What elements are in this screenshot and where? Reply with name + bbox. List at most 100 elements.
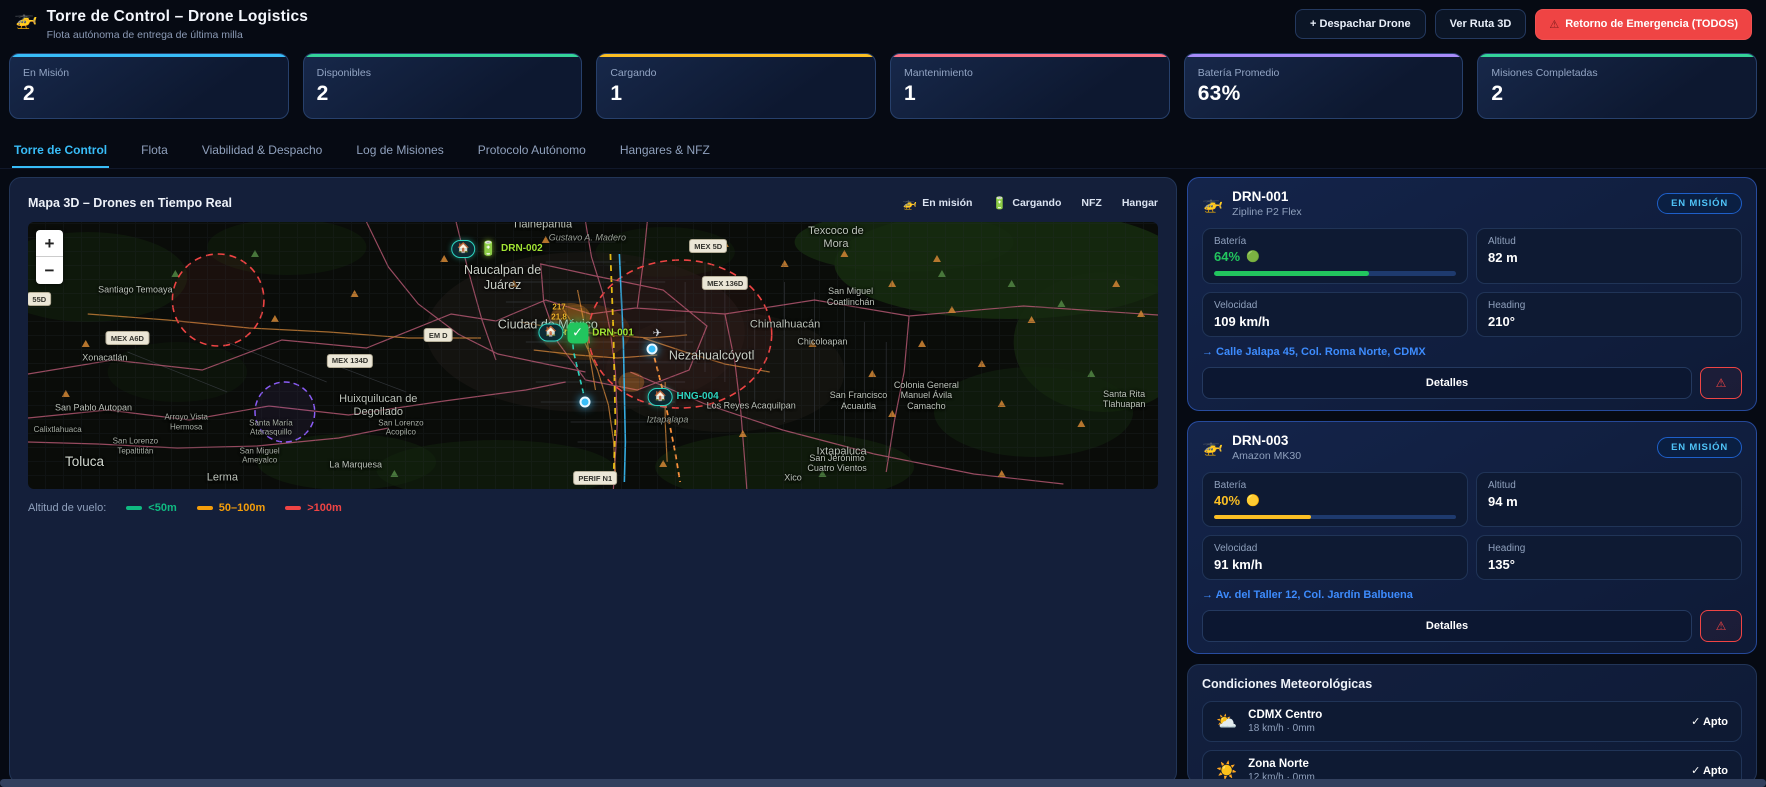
drone-logo-icon: 🚁 [14, 8, 38, 30]
drone-alert-button[interactable]: ⚠ [1700, 610, 1742, 642]
weather-status: ✓ Apto [1691, 765, 1728, 777]
map-place-label: Chicoloapan [797, 336, 848, 347]
battery-bar-fill [1214, 514, 1311, 519]
app-brand: 🚁 Torre de Control – Drone Logistics Flo… [14, 8, 308, 41]
tab-torre-de-control[interactable]: Torre de Control [12, 137, 110, 168]
view-route-3d-button[interactable]: Ver Ruta 3D [1434, 9, 1527, 39]
tab-flota[interactable]: Flota [139, 137, 170, 168]
street-grid-overlay [28, 222, 1158, 489]
stat-label: Batería Promedio [1197, 67, 1280, 79]
stat-card-bateria-promedio: Batería Promedio 63% [1183, 53, 1464, 119]
drone-alert-button[interactable]: ⚠ [1700, 366, 1742, 399]
legend-dash [126, 506, 143, 510]
legend-hangar: Hangar [1121, 197, 1158, 209]
map-place-label: San Miguel Ameyalco [239, 446, 280, 465]
map-panel: Mapa 3D – Drones en Tiempo Real 🚁 En mis… [9, 177, 1177, 784]
stat-card-disponibles: Disponibles 2 [302, 53, 583, 119]
destination-link[interactable]: → Av. del Taller 12, Col. Jardín Balbuen… [1202, 589, 1742, 601]
page-title: Torre de Control – Drone Logistics [46, 7, 309, 25]
tab-viabilidad-despacho[interactable]: Viabilidad & Despacho [200, 137, 325, 168]
map-place-label: Santa Rita Tlahuapan [1102, 388, 1146, 410]
route-readout: 217 [552, 302, 566, 312]
marker-label: DRN-002 [501, 243, 543, 255]
tab-hangares-nfz[interactable]: Hangares & NFZ [618, 137, 712, 168]
sun-icon: ☀️ [1216, 760, 1238, 780]
warning-icon: ⚠ [1549, 18, 1560, 31]
heading-box: Heading 135° [1476, 535, 1742, 580]
weather-panel: Condiciones Meteorológicas ⛅ CDMX Centro… [1187, 664, 1757, 784]
dispatch-drone-button[interactable]: + Despachar Drone [1295, 9, 1426, 39]
legend-en-mision: 🚁 En misión [902, 196, 973, 210]
accent-bar [10, 54, 288, 57]
details-button[interactable]: Detalles [1202, 366, 1692, 399]
map-place-label: Nezahualcóyotl [668, 348, 755, 362]
stat-value: 1 [904, 82, 916, 105]
map-place-label: San Pablo Autopan [54, 402, 133, 413]
map-marker-hangar-hng004[interactable]: 🏠 HNG-004 [648, 387, 719, 406]
weather-status: ✓ Apto [1691, 716, 1728, 728]
map-place-label: Calixtlahuaca [33, 425, 82, 435]
legend-nfz: NFZ [1081, 197, 1102, 209]
accent-bar [891, 54, 1169, 57]
altitude-legend-low: <50m [126, 502, 177, 514]
hangar-icon: 🏠 [451, 239, 476, 258]
battery-value: 64% [1214, 249, 1241, 264]
right-sidebar: 🚁 DRN-001 Zipline P2 Flex EN MISIÓN Bate… [1187, 177, 1757, 784]
battery-status-icon: 🟢 [1246, 251, 1260, 263]
map-marker-drone-position[interactable] [646, 343, 658, 355]
main-tabs: Torre de Control Flota Viabilidad & Desp… [0, 128, 1766, 169]
stat-label: En Misión [23, 67, 70, 79]
tab-log-de-misiones[interactable]: Log de Misiones [354, 137, 445, 168]
hangar-icon: 🏠 [648, 387, 673, 406]
details-button[interactable]: Detalles [1202, 610, 1692, 642]
altitude-legend: Altitud de vuelo: <50m 50–100m >100m [28, 498, 1158, 518]
battery-bar-fill [1214, 271, 1369, 276]
map-title: Mapa 3D – Drones en Tiempo Real [28, 196, 232, 210]
accent-bar [1478, 54, 1757, 57]
drone-model: Zipline P2 Flex [1232, 206, 1302, 218]
drone-dot-icon [646, 343, 658, 355]
map-place-label: Texcoco de Mora [808, 224, 864, 251]
scrollbar-thumb[interactable] [0, 779, 1766, 787]
altitude-legend-title: Altitud de vuelo: [28, 502, 107, 514]
accent-bar [597, 54, 876, 57]
battery-icon: 🔋 [992, 196, 1008, 210]
zoom-out-button[interactable]: − [36, 257, 63, 284]
road-shield: 55D [28, 292, 52, 307]
legend-cargando: 🔋 Cargando [992, 196, 1062, 210]
stat-value: 1 [610, 82, 623, 105]
road-shield: EM D [423, 328, 453, 343]
marker-label: DRN-001 [592, 327, 634, 339]
helicopter-icon: 🚁 [902, 196, 918, 210]
page-subtitle: Flota autónoma de entrega de última mill… [46, 28, 243, 41]
status-badge: EN MISIÓN [1657, 193, 1742, 214]
check-icon: ✓ [567, 322, 589, 344]
stat-value: 2 [316, 82, 329, 105]
emergency-return-button[interactable]: ⚠ Retorno de Emergencia (TODOS) [1535, 8, 1752, 40]
weather-row-cdmx-centro: ⛅ CDMX Centro 18 km/h · 0mm ✓ Apto [1202, 701, 1742, 742]
road-shield: MEX A6D [105, 331, 149, 346]
map-marker-delivery-check[interactable]: 🏠 ✓ DRN-001 [538, 322, 634, 344]
horizontal-scrollbar[interactable] [0, 779, 1766, 787]
destination-link[interactable]: → Calle Jalapa 45, Col. Roma Norte, CDMX [1202, 346, 1742, 358]
header-actions: + Despachar Drone Ver Ruta 3D ⚠ Retorno … [1295, 8, 1752, 40]
tab-protocolo-autonomo[interactable]: Protocolo Autónomo [476, 137, 588, 168]
stat-label: Cargando [610, 67, 657, 79]
road-shield: MEX 5D [689, 239, 728, 254]
zoom-in-button[interactable]: + [36, 230, 63, 257]
stat-card-cargando: Cargando 1 [596, 53, 877, 119]
map-place-label: Xonacatlán [82, 352, 128, 363]
map-marker-charging-drone[interactable]: 🏠 🔋 DRN-002 [451, 239, 543, 258]
map-place-label: San Miguel Coatlinchán [826, 285, 875, 307]
sun-behind-cloud-icon: ⛅ [1216, 711, 1238, 731]
map-marker-drone-position[interactable] [579, 396, 591, 408]
map-place-label: San Jerónimo Cuatro Vientos [807, 452, 867, 474]
map-canvas[interactable]: + − Tlalnepantla Gustavo A. Madero Nauca… [28, 222, 1158, 489]
main-content: Mapa 3D – Drones en Tiempo Real 🚁 En mis… [0, 169, 1766, 784]
stat-label: Disponibles [316, 67, 371, 79]
kpi-row: En Misión 2 Disponibles 2 Cargando 1 Man… [0, 46, 1766, 128]
map-place-label: San Lorenzo Tepaltitlán [112, 436, 159, 456]
map-place-label: Los Reyes Acaquilpan [706, 400, 796, 411]
road-shield: PERIF N1 [573, 471, 618, 486]
map-place-label: Naucalpan de Juárez [464, 263, 542, 293]
